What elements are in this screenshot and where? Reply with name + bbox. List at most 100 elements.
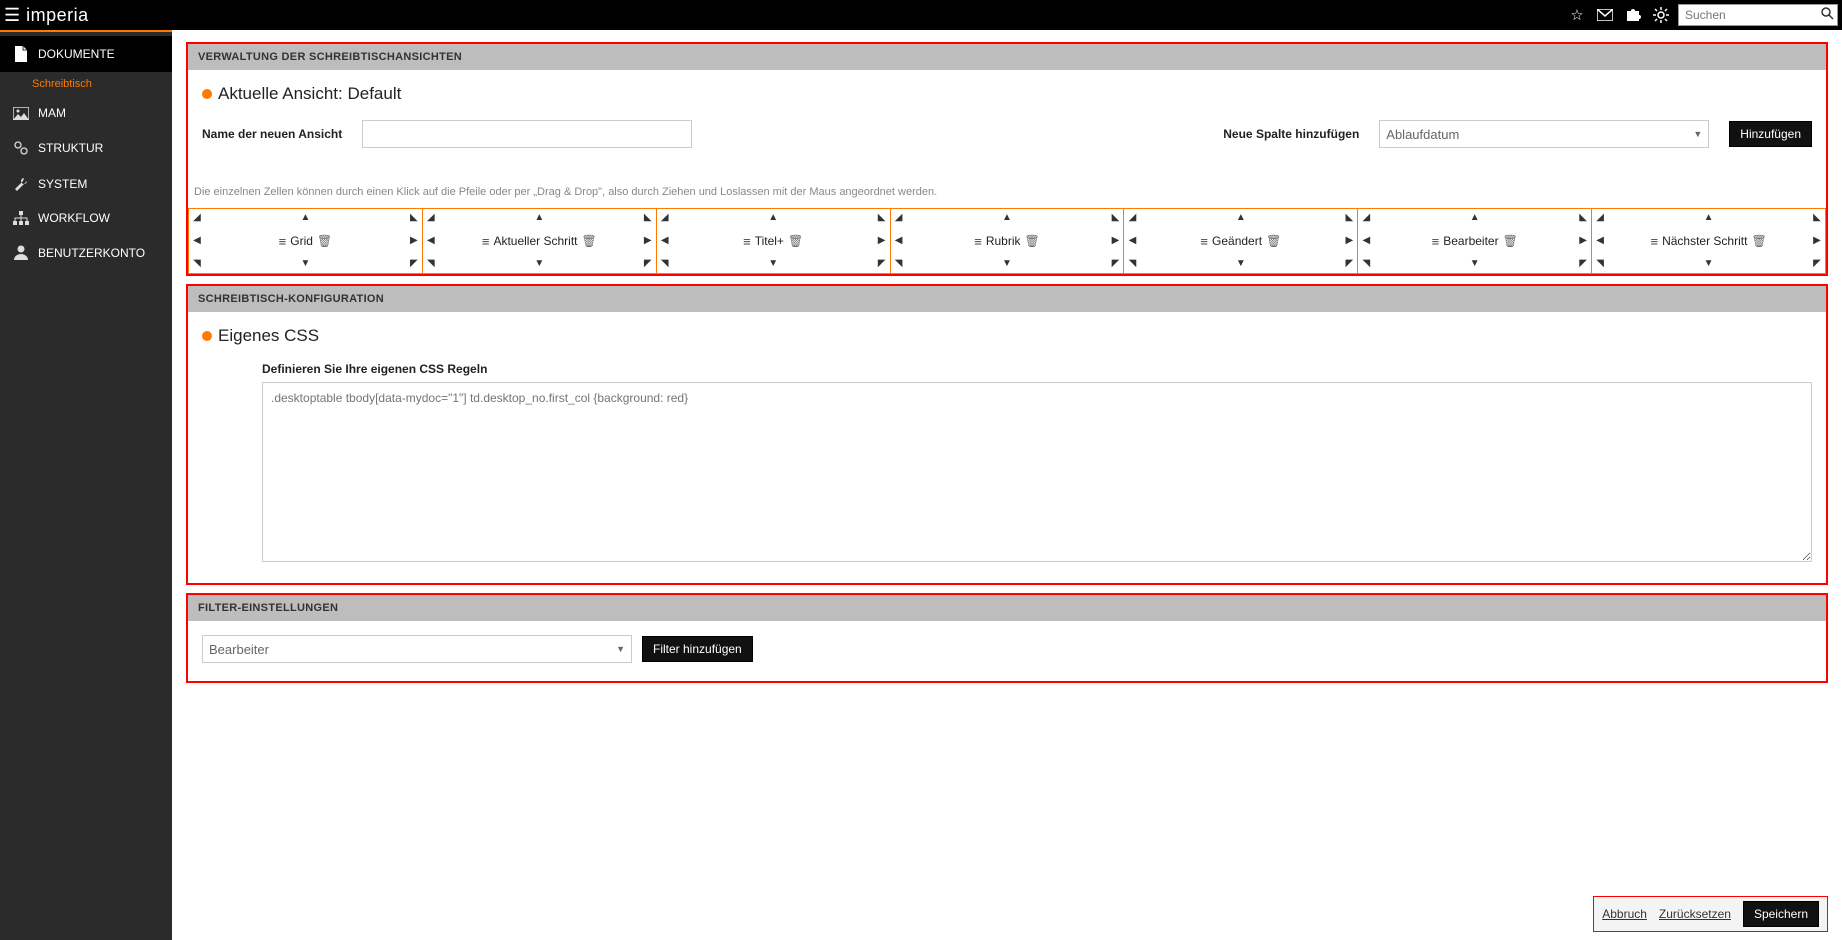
puzzle-icon[interactable] bbox=[1620, 2, 1646, 28]
column-cell[interactable]: ◢▲◣◀≡ Bearbeiter 🗑▶◥▼◤ bbox=[1358, 209, 1592, 273]
column-cell[interactable]: ◢▲◣◀≡ Aktueller Schritt 🗑▶◥▼◤ bbox=[423, 209, 657, 273]
arrow-up-icon[interactable]: ▲ bbox=[1704, 213, 1714, 223]
corner-tl-icon[interactable]: ◢ bbox=[1596, 213, 1604, 223]
arrow-right-icon[interactable]: ▶ bbox=[878, 236, 886, 246]
corner-br-icon[interactable]: ◤ bbox=[1579, 259, 1587, 269]
corner-br-icon[interactable]: ◤ bbox=[644, 259, 652, 269]
sidebar-item-system[interactable]: SYSTEM bbox=[0, 166, 172, 201]
corner-tl-icon[interactable]: ◢ bbox=[1362, 213, 1370, 223]
column-cell[interactable]: ◢▲◣◀≡ Grid 🗑▶◥▼◤ bbox=[189, 209, 423, 273]
column-cell[interactable]: ◢▲◣◀≡ Nächster Schritt 🗑▶◥▼◤ bbox=[1592, 209, 1825, 273]
arrow-left-icon[interactable]: ◀ bbox=[1596, 236, 1604, 246]
corner-br-icon[interactable]: ◤ bbox=[1813, 259, 1821, 269]
sidebar-item-dokumente[interactable]: DOKUMENTE bbox=[0, 36, 172, 72]
corner-tl-icon[interactable]: ◢ bbox=[661, 213, 669, 223]
arrow-left-icon[interactable]: ◀ bbox=[427, 236, 435, 246]
corner-tr-icon[interactable]: ◣ bbox=[1579, 213, 1587, 223]
arrow-right-icon[interactable]: ▶ bbox=[644, 236, 652, 246]
column-cell[interactable]: ◢▲◣◀≡ Geändert 🗑▶◥▼◤ bbox=[1124, 209, 1358, 273]
sidebar-item-workflow[interactable]: WORKFLOW bbox=[0, 201, 172, 235]
arrow-left-icon[interactable]: ◀ bbox=[895, 236, 903, 246]
corner-br-icon[interactable]: ◤ bbox=[878, 259, 886, 269]
grip-icon[interactable]: ≡ bbox=[1200, 234, 1208, 249]
arrow-up-icon[interactable]: ▲ bbox=[534, 213, 544, 223]
arrow-up-icon[interactable]: ▲ bbox=[768, 213, 778, 223]
corner-tl-icon[interactable]: ◢ bbox=[1129, 213, 1137, 223]
add-col-button[interactable]: Hinzufügen bbox=[1729, 121, 1812, 147]
arrow-right-icon[interactable]: ▶ bbox=[1579, 236, 1587, 246]
corner-br-icon[interactable]: ◤ bbox=[1345, 259, 1353, 269]
css-textarea[interactable] bbox=[262, 382, 1812, 562]
corner-bl-icon[interactable]: ◥ bbox=[1596, 259, 1604, 269]
column-cell[interactable]: ◢▲◣◀≡ Titel+ 🗑▶◥▼◤ bbox=[657, 209, 891, 273]
add-filter-button[interactable]: Filter hinzufügen bbox=[642, 636, 753, 662]
corner-br-icon[interactable]: ◤ bbox=[410, 259, 418, 269]
star-icon[interactable]: ☆ bbox=[1564, 2, 1590, 28]
reset-link[interactable]: Zurücksetzen bbox=[1659, 907, 1731, 921]
add-col-select[interactable]: Ablaufdatum ▼ bbox=[1379, 120, 1709, 148]
arrow-up-icon[interactable]: ▲ bbox=[1002, 213, 1012, 223]
grip-icon[interactable]: ≡ bbox=[974, 234, 982, 249]
arrow-left-icon[interactable]: ◀ bbox=[661, 236, 669, 246]
arrow-down-icon[interactable]: ▼ bbox=[300, 259, 310, 269]
arrow-down-icon[interactable]: ▼ bbox=[1236, 259, 1246, 269]
trash-icon[interactable]: 🗑 bbox=[1503, 234, 1518, 248]
arrow-up-icon[interactable]: ▲ bbox=[300, 213, 310, 223]
corner-tr-icon[interactable]: ◣ bbox=[644, 213, 652, 223]
trash-icon[interactable]: 🗑 bbox=[1751, 234, 1766, 248]
arrow-left-icon[interactable]: ◀ bbox=[1362, 236, 1370, 246]
arrow-left-icon[interactable]: ◀ bbox=[1129, 236, 1137, 246]
corner-tl-icon[interactable]: ◢ bbox=[427, 213, 435, 223]
corner-bl-icon[interactable]: ◥ bbox=[193, 259, 201, 269]
arrow-right-icon[interactable]: ▶ bbox=[410, 236, 418, 246]
corner-tr-icon[interactable]: ◣ bbox=[878, 213, 886, 223]
arrow-down-icon[interactable]: ▼ bbox=[1470, 259, 1480, 269]
corner-br-icon[interactable]: ◤ bbox=[1112, 259, 1120, 269]
corner-bl-icon[interactable]: ◥ bbox=[427, 259, 435, 269]
arrow-down-icon[interactable]: ▼ bbox=[534, 259, 544, 269]
trash-icon[interactable]: 🗑 bbox=[1025, 234, 1040, 248]
trash-icon[interactable]: 🗑 bbox=[581, 234, 596, 248]
arrow-down-icon[interactable]: ▼ bbox=[768, 259, 778, 269]
arrow-right-icon[interactable]: ▶ bbox=[1813, 236, 1821, 246]
corner-bl-icon[interactable]: ◥ bbox=[661, 259, 669, 269]
arrow-up-icon[interactable]: ▲ bbox=[1236, 213, 1246, 223]
grip-icon[interactable]: ≡ bbox=[743, 234, 751, 249]
corner-tr-icon[interactable]: ◣ bbox=[1813, 213, 1821, 223]
corner-tr-icon[interactable]: ◣ bbox=[1345, 213, 1353, 223]
corner-tl-icon[interactable]: ◢ bbox=[895, 213, 903, 223]
arrow-down-icon[interactable]: ▼ bbox=[1704, 259, 1714, 269]
grip-icon[interactable]: ≡ bbox=[482, 234, 490, 249]
mail-icon[interactable] bbox=[1592, 2, 1618, 28]
arrow-down-icon[interactable]: ▼ bbox=[1002, 259, 1012, 269]
corner-bl-icon[interactable]: ◥ bbox=[1129, 259, 1137, 269]
sidebar-item-benutzerkonto[interactable]: BENUTZERKONTO bbox=[0, 235, 172, 270]
cancel-link[interactable]: Abbruch bbox=[1602, 907, 1647, 921]
grip-icon[interactable]: ≡ bbox=[279, 234, 287, 249]
corner-tr-icon[interactable]: ◣ bbox=[1112, 213, 1120, 223]
corner-tr-icon[interactable]: ◣ bbox=[410, 213, 418, 223]
corner-bl-icon[interactable]: ◥ bbox=[895, 259, 903, 269]
grip-icon[interactable]: ≡ bbox=[1650, 234, 1658, 249]
column-cell[interactable]: ◢▲◣◀≡ Rubrik 🗑▶◥▼◤ bbox=[891, 209, 1125, 273]
arrow-right-icon[interactable]: ▶ bbox=[1345, 236, 1353, 246]
corner-bl-icon[interactable]: ◥ bbox=[1362, 259, 1370, 269]
filter-select[interactable]: Bearbeiter ▼ bbox=[202, 635, 632, 663]
arrow-right-icon[interactable]: ▶ bbox=[1112, 236, 1120, 246]
sidebar-item-struktur[interactable]: STRUKTUR bbox=[0, 130, 172, 166]
corner-tl-icon[interactable]: ◢ bbox=[193, 213, 201, 223]
search-icon[interactable] bbox=[1821, 7, 1834, 20]
trash-icon[interactable]: 🗑 bbox=[788, 234, 803, 248]
sidebar-subitem-schreibtisch[interactable]: Schreibtisch bbox=[0, 72, 172, 96]
gear-icon[interactable] bbox=[1648, 2, 1674, 28]
sidebar-item-mam[interactable]: MAM bbox=[0, 96, 172, 130]
save-button[interactable]: Speichern bbox=[1743, 901, 1819, 927]
arrow-up-icon[interactable]: ▲ bbox=[1470, 213, 1480, 223]
arrow-left-icon[interactable]: ◀ bbox=[193, 236, 201, 246]
search-input[interactable] bbox=[1678, 4, 1838, 26]
trash-icon[interactable]: 🗑 bbox=[1266, 234, 1281, 248]
trash-icon[interactable]: 🗑 bbox=[317, 234, 332, 248]
view-name-input[interactable] bbox=[362, 120, 692, 148]
grip-icon[interactable]: ≡ bbox=[1432, 234, 1440, 249]
menu-icon[interactable]: ☰ bbox=[4, 5, 20, 26]
